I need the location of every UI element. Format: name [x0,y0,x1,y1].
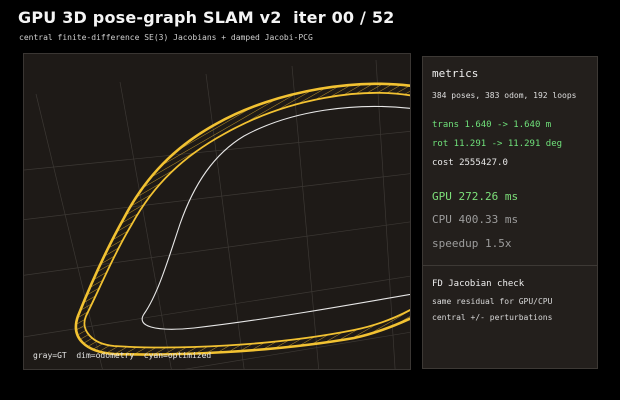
fd-check-line: same residual for GPU/CPU [432,297,553,306]
metrics-title: metrics [432,67,479,80]
viewport-legend: gray=GT dim=odometry cyan=optimized [33,351,212,360]
subtitle: central finite-difference SE(3) Jacobian… [19,33,313,42]
rot-error: rot 11.291 -> 11.291 deg [432,139,563,149]
pose-count: 384 poses, 383 odom, 192 loops [432,91,577,100]
trans-error: trans 1.640 -> 1.640 m [432,120,552,130]
speedup-value: speedup 1.5x [432,237,512,250]
window-title: GPU 3D pose-graph SLAM v2 iter 00 / 52 [18,8,395,27]
gpu-time: GPU 272.26 ms [432,190,519,203]
ground-truth-trajectory [141,105,410,330]
trajectory-inner [83,92,410,349]
metrics-panel: metrics 384 poses, 383 odom, 192 loops t… [422,56,598,369]
trajectory-plot [24,59,410,369]
cost-value: cost 2555427.0 [432,158,508,168]
cpu-time: CPU 400.33 ms [432,213,519,226]
3d-viewport[interactable]: gray=GT dim=odometry cyan=optimized [23,53,411,370]
fd-check-line: central +/- perturbations [432,313,553,322]
panel-divider [423,265,597,266]
fd-check-title: FD Jacobian check [432,279,525,289]
